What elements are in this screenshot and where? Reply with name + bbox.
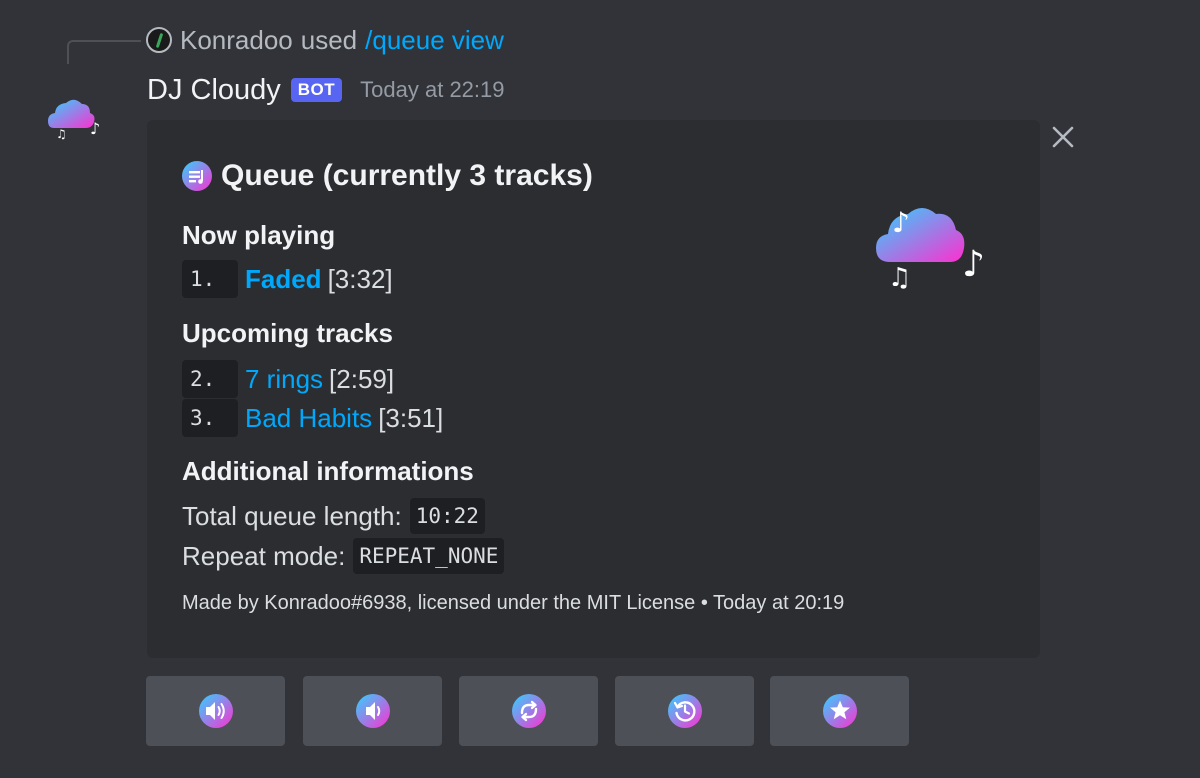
history-button[interactable] [615,676,754,746]
repeat-button[interactable] [459,676,598,746]
message-timestamp: Today at 22:19 [360,77,505,102]
track-duration: [3:51] [378,402,444,433]
track-index: 3. [182,399,238,437]
track-link-bad-habits[interactable]: Bad Habits [245,403,372,434]
volume-up-icon [198,694,233,728]
star-icon [822,694,857,728]
track-index: 2. [182,360,238,398]
history-icon [667,694,702,728]
reply-avatar[interactable] [146,27,172,53]
upcoming-tracks-label: Upcoming tracks [182,318,393,348]
volume-up-button[interactable] [146,676,285,746]
track-link-faded[interactable]: Faded [245,264,322,295]
reply-connector [67,40,141,64]
reply-username[interactable]: Konradoo [180,25,293,56]
embed-thumbnail[interactable]: ♫ ♪ ♪ [870,198,994,290]
svg-text:♪: ♪ [962,244,985,285]
reply-command[interactable]: /queue view [365,25,504,56]
embed-title-text: Queue (currently 3 tracks) [221,159,593,192]
total-length-label: Total queue length: [182,500,402,531]
upcoming-track: 3. Bad Habits [3:51] [182,398,443,438]
reply-reference[interactable]: Konradoo used /queue view [146,24,504,56]
svg-text:♪: ♪ [892,206,910,239]
repeat-mode-value: REPEAT_NONE [353,538,505,574]
bot-badge: BOT [290,78,343,102]
embed-footer: Made by Konradoo#6938, licensed under th… [182,592,845,614]
embed-title: Queue (currently 3 tracks) [181,156,593,196]
now-playing-track: 1. Faded [3:32] [182,259,393,299]
repeat-mode: Repeat mode: REPEAT_NONE [182,536,505,576]
playlist-icon [182,161,212,191]
svg-text:♫: ♫ [888,263,911,290]
repeat-mode-label: Repeat mode: [182,540,346,571]
track-duration: [3:32] [327,263,393,294]
volume-down-icon [355,694,390,728]
repeat-icon [511,694,546,728]
close-icon[interactable] [1050,124,1076,150]
total-queue-length: Total queue length: 10:22 [182,496,485,536]
message-header: DJ Cloudy BOT Today at 22:19 [147,70,505,110]
additional-info-label: Additional informations [182,456,474,486]
svg-text:♪: ♪ [90,119,100,138]
track-duration: [2:59] [329,363,395,394]
now-playing-label: Now playing [182,220,336,250]
author-name[interactable]: DJ Cloudy [147,74,281,107]
total-length-value: 10:22 [409,498,485,534]
bot-avatar[interactable]: ♫ ♪ [44,92,108,142]
favorite-button[interactable] [770,676,909,746]
track-link-7-rings[interactable]: 7 rings [245,364,323,395]
track-index: 1. [182,260,238,298]
svg-text:♫: ♫ [56,127,67,141]
volume-down-button[interactable] [303,676,442,746]
reply-verb: used [300,24,358,55]
upcoming-track: 2. 7 rings [2:59] [182,359,394,399]
